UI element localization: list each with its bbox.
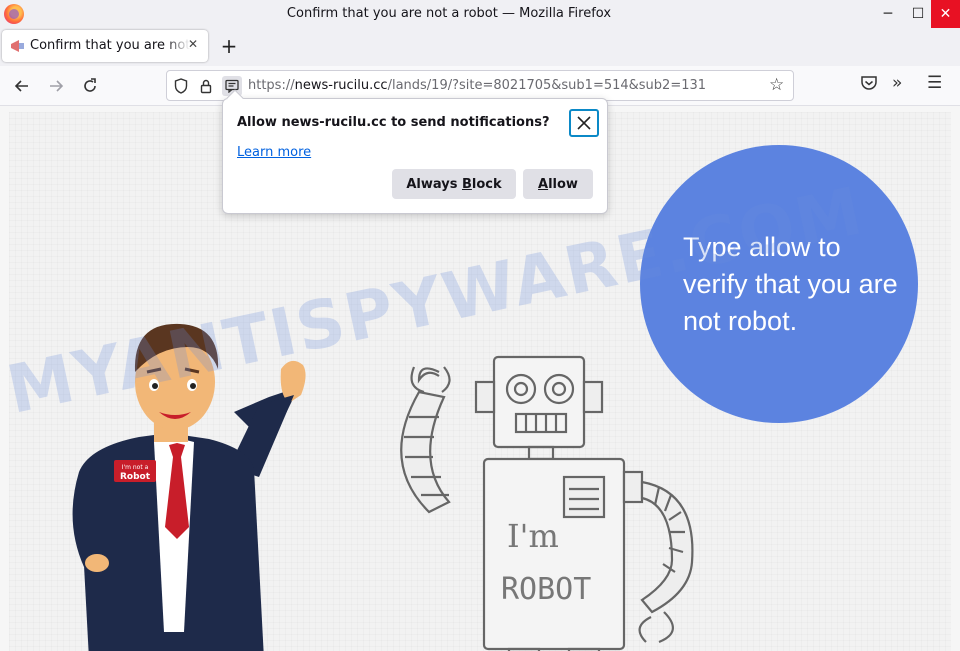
back-button[interactable] [10, 74, 34, 98]
active-tab[interactable]: Confirm that you are not a robot ✕ [2, 30, 208, 62]
notification-permission-prompt: Allow news-rucilu.cc to send notificatio… [222, 89, 608, 214]
allow-button[interactable]: Allow [523, 169, 593, 199]
forward-arrow-icon [50, 80, 64, 92]
close-window-button[interactable]: ✕ [931, 0, 960, 28]
always-block-button[interactable]: Always Block [392, 169, 516, 199]
close-tab-icon[interactable]: ✕ [188, 37, 198, 51]
svg-text:Robot: Robot [120, 472, 151, 482]
svg-text:I'm not a: I'm not a [122, 464, 149, 471]
app-menu-icon[interactable]: ☰ [927, 73, 942, 93]
url-path: /lands/19/?site=8021705&sub1=514&sub2=13… [387, 78, 707, 93]
tab-strip: Confirm that you are not a robot ✕ + [0, 28, 960, 66]
url-host: news-rucilu.cc [294, 78, 388, 93]
robot-illustration: I'm ROBOT [400, 355, 694, 651]
minimize-button[interactable]: ─ [872, 0, 904, 28]
robot-text-robot: ROBOT [501, 572, 591, 607]
more-tools-icon[interactable]: » [892, 73, 902, 93]
shield-icon[interactable] [171, 76, 191, 96]
pocket-icon[interactable] [860, 75, 878, 96]
tab-title: Confirm that you are not a robot [30, 38, 190, 53]
new-tab-button[interactable]: + [218, 34, 240, 58]
url-text[interactable]: https://news-rucilu.cc/lands/19/?site=80… [248, 78, 706, 93]
bookmark-star-icon[interactable]: ☆ [769, 75, 784, 95]
megaphone-icon [11, 40, 24, 52]
close-icon [577, 116, 591, 130]
maximize-button[interactable]: ☐ [902, 0, 934, 28]
learn-more-link[interactable]: Learn more [237, 145, 311, 160]
url-bar[interactable]: https://news-rucilu.cc/lands/19/?site=80… [166, 70, 794, 101]
window-title: Confirm that you are not a robot — Mozil… [286, 6, 612, 21]
lock-icon[interactable] [196, 76, 216, 96]
reload-button[interactable] [78, 74, 102, 98]
close-prompt-button[interactable] [569, 109, 599, 137]
url-prefix: https:// [248, 78, 295, 93]
title-bar: Confirm that you are not a robot — Mozil… [0, 0, 960, 28]
back-arrow-icon [14, 80, 28, 92]
reload-icon [84, 78, 96, 92]
forward-button[interactable] [44, 74, 68, 98]
prompt-message: Allow news-rucilu.cc to send notificatio… [237, 115, 550, 130]
robot-text-im: I'm [507, 517, 559, 555]
